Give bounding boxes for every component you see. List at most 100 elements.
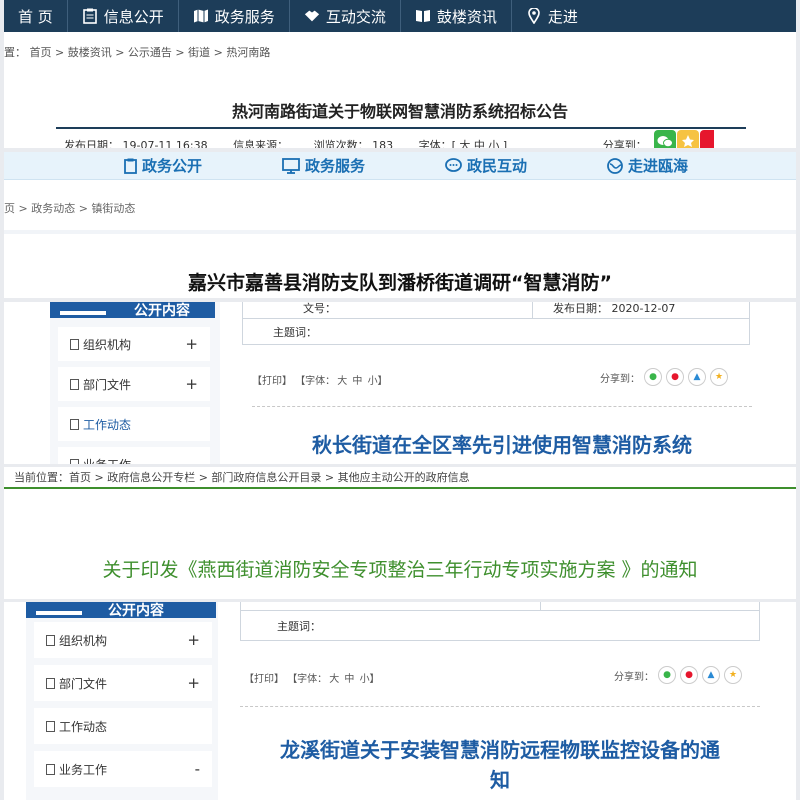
document-icon: [70, 458, 79, 464]
sidebar-item-work-news[interactable]: 工作动态: [34, 708, 212, 744]
article-title: 关于印发《燕西街道消防安全专项整治三年行动专项实施方案 》的通知: [102, 559, 698, 581]
nav-item-gov-open[interactable]: 政务公开: [74, 152, 242, 180]
panel-longxi-notice: 公开内容 组织机构 + 部门文件 + 工作动态 业务工作 - 主题词： 【打印】…: [4, 602, 796, 800]
print-button[interactable]: 【打印】: [252, 376, 292, 387]
sidebar-item-org[interactable]: 组织机构 +: [34, 622, 212, 658]
font-mid-button[interactable]: 中: [352, 376, 362, 387]
share-label: 分享到：: [614, 671, 654, 683]
nav-item-about[interactable]: 走进: [512, 0, 592, 32]
article-toolbar: 【打印】 【字体：大 中 小】: [252, 372, 388, 387]
main-content: 文号： 发布日期： 2020-12-07 主题词： 【打印】 【字体：大 中 小…: [232, 302, 772, 464]
share-label: 分享到：: [602, 139, 647, 148]
wechat-icon[interactable]: ●: [644, 368, 662, 386]
nav-item-gov-service[interactable]: 政务服务: [242, 152, 405, 180]
document-icon: [46, 720, 55, 732]
top-nav: 首 页 信息公开 政务服务 互动交流 鼓楼资讯 走进: [4, 0, 796, 32]
article-toolbar: 【打印】 【字体：大 中 小】: [244, 670, 380, 685]
monitor-icon: [282, 157, 300, 174]
font-size-label: 【字体：: [295, 376, 336, 387]
wechat-icon[interactable]: ●: [658, 666, 676, 684]
font-small-button[interactable]: 小】: [360, 674, 380, 685]
sidebar-header-label: 公开内容: [108, 603, 164, 619]
nav-label: 政务服务: [214, 7, 275, 26]
nav-item-info[interactable]: 信息公开: [68, 0, 179, 32]
font-big-button[interactable]: 大: [337, 376, 347, 387]
article-title-line1: 龙溪街道关于安装智慧消防远程物联监控设备的通: [280, 738, 720, 762]
wechat-icon[interactable]: [654, 130, 676, 148]
expand-icon[interactable]: +: [187, 674, 200, 692]
location-pin-icon: [526, 8, 542, 24]
font-mid-button[interactable]: 中: [344, 674, 354, 685]
weibo-icon[interactable]: ●: [680, 666, 698, 684]
share-buttons: [654, 130, 715, 148]
nav-label: 政务服务: [305, 157, 366, 175]
qzone-icon[interactable]: ★: [710, 368, 728, 386]
weibo-icon[interactable]: [700, 130, 714, 148]
sidebar: 公开内容 组织机构 + 部门文件 + 工作动态 业务工作 -: [26, 602, 218, 800]
collage: 首 页 信息公开 政务服务 互动交流 鼓楼资讯 走进 置： 首页 > 鼓楼资讯 …: [0, 0, 800, 800]
sidebar-item-org[interactable]: 组织机构 +: [58, 327, 210, 361]
document-icon: [46, 763, 55, 775]
clipboard-icon: [124, 158, 137, 174]
panel-yanxi-notice: 当前位置：首页 > 政府信息公开专栏 > 部门政府信息公开目录 > 其他应主动公…: [4, 467, 796, 599]
doc-number-cell: 文号：: [242, 302, 533, 319]
qzone-icon[interactable]: ★: [724, 666, 742, 684]
sidebar-item-docs[interactable]: 部门文件 +: [58, 367, 210, 401]
chat-icon: [445, 157, 462, 174]
panel-qiuchang-article: 公开内容 组织机构 + 部门文件 + 工作动态 业务工作 文号： 发: [4, 302, 796, 464]
sidebar-header: 公开内容: [26, 602, 216, 619]
sidebar: 公开内容 组织机构 + 部门文件 + 工作动态 业务工作: [50, 302, 220, 464]
sidebar-item-work-news[interactable]: 工作动态: [58, 407, 210, 441]
font-small-button[interactable]: 小】: [368, 376, 388, 387]
globe-icon: [607, 157, 623, 174]
sidebar-item-business[interactable]: 业务工作 -: [34, 751, 212, 787]
nav-label: 走进瓯海: [628, 157, 689, 175]
document-icon: [70, 418, 79, 430]
sidebar-header-label: 公开内容: [134, 303, 190, 319]
nav-item-news[interactable]: 鼓楼资讯: [401, 0, 512, 32]
expand-icon[interactable]: +: [185, 335, 198, 353]
book-icon: [415, 8, 431, 24]
header-accent: [36, 611, 82, 615]
menu-label: 部门文件: [83, 377, 132, 392]
nav-item-interaction[interactable]: 互动交流: [290, 0, 401, 32]
meta-cell: [240, 602, 541, 611]
weibo-icon[interactable]: ●: [666, 368, 684, 386]
sidebar-item-business[interactable]: 业务工作: [58, 447, 210, 464]
menu-label: 组织机构: [59, 633, 108, 648]
collapse-icon[interactable]: -: [195, 760, 200, 778]
qq-icon[interactable]: ▲: [702, 666, 720, 684]
nav-item-about[interactable]: 走进瓯海: [567, 152, 728, 180]
nav-item-home[interactable]: 首 页: [4, 0, 68, 32]
sidebar-item-docs[interactable]: 部门文件 +: [34, 665, 212, 701]
print-button[interactable]: 【打印】: [244, 674, 284, 685]
nav-label: 鼓楼资讯: [436, 7, 497, 26]
qq-icon[interactable]: ▲: [688, 368, 706, 386]
font-size-label: 【字体：: [287, 674, 328, 685]
document-icon: [46, 677, 55, 689]
font-size-control[interactable]: 字体：[ 大 中 小 ]: [419, 139, 508, 148]
main-content: 主题词： 【打印】 【字体：大 中 小】 分享到： ● ● ▲ ★ 龙溪街道关于…: [230, 602, 790, 800]
expand-icon[interactable]: +: [185, 375, 198, 393]
expand-icon[interactable]: +: [187, 631, 200, 649]
nav-item-interaction[interactable]: 政民互动: [405, 152, 567, 180]
article-meta: 发布日期： 19-07-11 16:38 信息来源： 浏览次数： 183 字体：…: [64, 137, 669, 148]
meta-cell: [540, 602, 760, 611]
breadcrumb: 当前位置：首页 > 政府信息公开专栏 > 部门政府信息公开目录 > 其他应主动公…: [4, 467, 796, 489]
publish-date-value: 发布日期： 2020-12-07: [553, 302, 676, 315]
map-icon: [193, 8, 209, 24]
divider: [4, 230, 796, 234]
menu-label: 组织机构: [83, 337, 132, 352]
font-big-button[interactable]: 大: [329, 674, 339, 685]
doc-number-label: 文号：: [303, 302, 336, 315]
menu-label: 部门文件: [59, 676, 108, 691]
article-title: 秋长街道在全区率先引进使用智慧消防系统: [312, 433, 692, 457]
nav-label: 政民互动: [467, 157, 528, 175]
meta-table: 主题词：: [240, 602, 760, 641]
nav-label: 互动交流: [325, 7, 386, 26]
qzone-icon[interactable]: [677, 130, 699, 148]
subject-label: 主题词：: [277, 619, 321, 633]
share-label: 分享到：: [600, 373, 640, 385]
nav-item-service[interactable]: 政务服务: [179, 0, 290, 32]
sidebar-header: 公开内容: [50, 302, 215, 319]
